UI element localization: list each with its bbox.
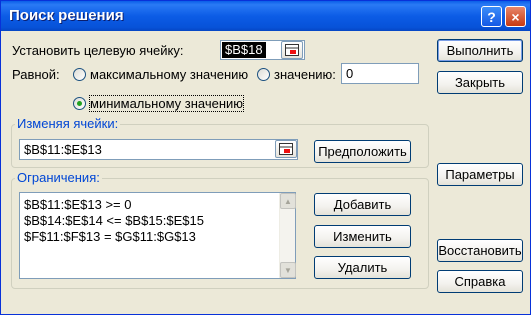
close-icon: × [511,8,520,25]
solver-dialog: Поиск решения ? × Установить целевую яче… [0,0,531,315]
delete-constraint-button[interactable]: Удалить [314,256,411,279]
radio-value[interactable] [257,68,270,81]
changing-cells-label: Изменяя ячейки: [15,116,121,131]
value-input[interactable]: 0 [341,63,419,84]
changing-cells-collapse-button[interactable] [275,140,297,158]
constraint-item[interactable]: $F$11:$F$13 = $G$11:$G$13 [24,229,196,244]
scroll-up-arrow-icon[interactable]: ▲ [280,193,296,209]
radio-max[interactable] [73,68,86,81]
change-constraint-button[interactable]: Изменить [314,225,411,248]
radio-max-label[interactable]: максимальному значению [90,67,248,82]
equal-to-label: Равной: [12,67,60,82]
title-bar[interactable]: Поиск решения ? × [1,1,530,31]
constraints-list[interactable]: $B$11:$E$13 >= 0 $B$14:$E$14 <= $B$15:$E… [19,192,296,279]
options-button[interactable]: Параметры [437,163,523,186]
radio-value-label[interactable]: значению: [274,67,336,82]
range-select-icon [285,44,299,56]
solve-button[interactable]: Выполнить [437,39,523,62]
help-icon: ? [487,8,496,25]
close-button[interactable]: Закрыть [437,71,523,94]
constraint-item[interactable]: $B$11:$E$13 >= 0 [24,197,131,212]
target-cell-input[interactable]: $B$18 [220,40,305,60]
guess-button[interactable]: Предположить [314,140,411,163]
radio-min[interactable] [73,97,86,110]
window-title: Поиск решения [9,7,124,24]
close-title-button[interactable]: × [505,6,526,27]
constraints-label: Ограничения: [15,170,102,185]
target-cell-label: Установить целевую ячейку: [12,43,184,58]
constraint-item[interactable]: $B$14:$E$14 <= $B$15:$E$15 [24,213,204,228]
target-collapse-button[interactable] [281,41,303,59]
radio-min-label[interactable]: минимальному значению [88,95,245,112]
help-title-button[interactable]: ? [481,6,502,27]
add-constraint-button[interactable]: Добавить [314,193,411,216]
reset-button[interactable]: Восстановить [437,239,523,262]
constraints-scrollbar[interactable]: ▲ ▼ [279,193,296,278]
range-select-icon [279,143,293,155]
changing-cells-input[interactable]: $B$11:$E$13 [19,139,298,160]
scroll-down-arrow-icon[interactable]: ▼ [280,262,296,278]
target-cell-value: $B$18 [222,42,266,58]
help-button[interactable]: Справка [437,270,523,293]
